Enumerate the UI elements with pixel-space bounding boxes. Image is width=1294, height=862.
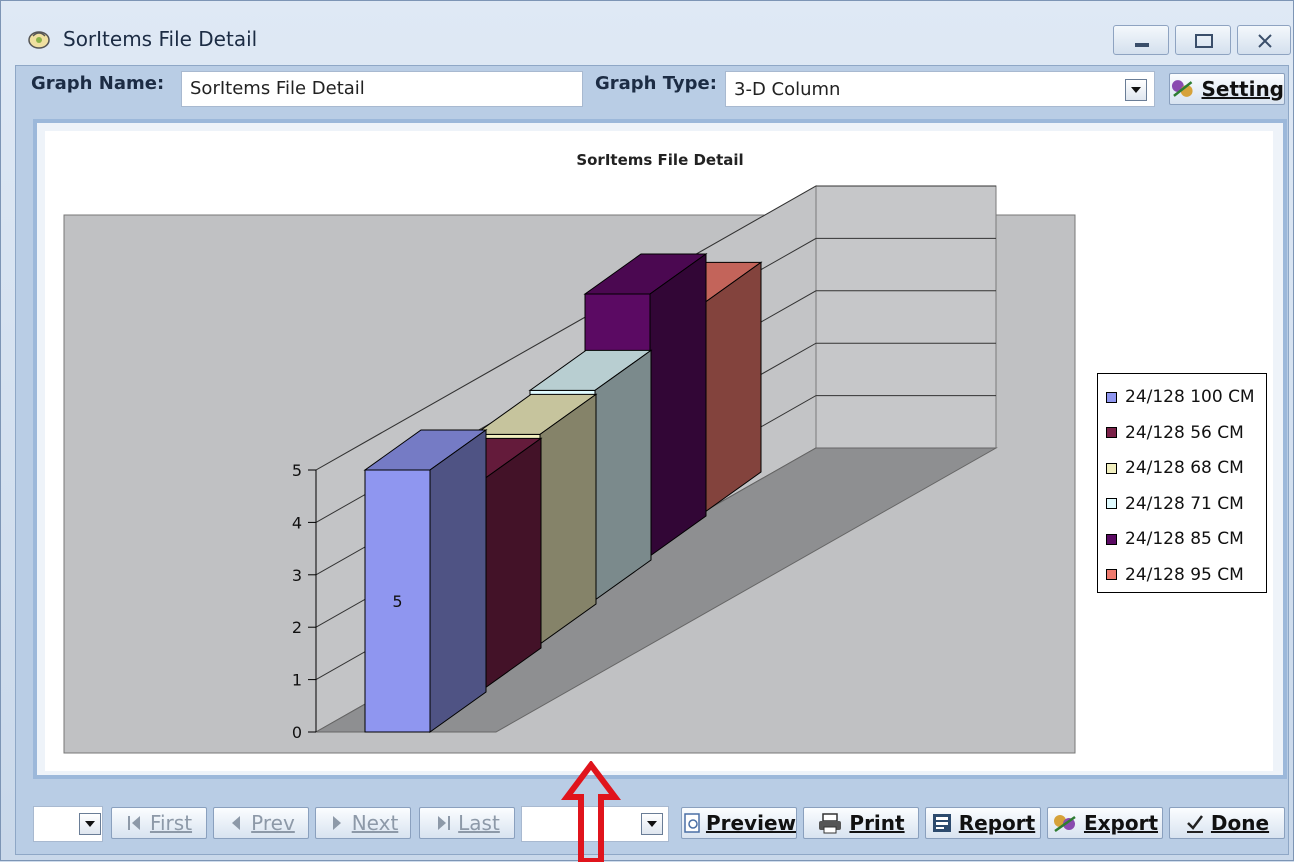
graph-window: SorItems File Detail Graph Name: SorItem…: [0, 0, 1294, 862]
print-icon: [819, 813, 842, 834]
legend-item: 24/128 56 CM: [1106, 422, 1244, 444]
preview-label: Preview: [705, 811, 796, 835]
report-icon: [932, 814, 951, 832]
preview-icon: [684, 813, 700, 833]
last-button[interactable]: Last: [419, 807, 515, 839]
chart-legend: 24/128 100 CM 24/128 56 CM 24/128 68 CM 24/…: [1097, 373, 1267, 593]
y-tick-label: 5: [292, 461, 302, 480]
legend-item: 24/128 95 CM: [1106, 564, 1244, 586]
bar-side-face: [539, 393, 597, 645]
y-tick-label: 1: [292, 671, 302, 690]
bar-side-face: [429, 429, 487, 733]
legend-label: 24/128 71 CM: [1125, 493, 1244, 514]
next-label: Next: [351, 811, 399, 835]
first-button[interactable]: First: [111, 807, 207, 839]
print-label: Print: [849, 811, 905, 835]
legend-label: 24/128 85 CM: [1125, 529, 1244, 549]
bar-side-face: [704, 261, 762, 513]
last-label: Last: [458, 811, 500, 835]
legend-label: 24/128 100 CM: [1125, 387, 1255, 407]
bar-side-face: [649, 253, 707, 557]
data-labels: 5: [392, 592, 402, 611]
bar-side-face: [594, 349, 652, 601]
next-button[interactable]: Next: [315, 807, 411, 839]
legend-item: 24/128 85 CM: [1106, 528, 1244, 550]
back-wall: [815, 185, 997, 449]
print-button[interactable]: Print: [803, 807, 919, 839]
report-label: Report: [958, 811, 1036, 835]
legend-swatch: [1106, 391, 1117, 403]
done-button[interactable]: Done: [1169, 807, 1285, 839]
bar-1: [363, 429, 488, 733]
legend-swatch: [1106, 569, 1117, 580]
legend-item: 24/128 71 CM: [1106, 493, 1244, 515]
page-dropdown-icon[interactable]: [641, 813, 663, 835]
done-label: Done: [1210, 811, 1270, 835]
y-tick-label: 4: [292, 513, 302, 532]
legend-swatch: [1106, 462, 1117, 474]
export-icon: [1053, 815, 1076, 833]
prev-icon: [232, 816, 241, 830]
legend-swatch: [1106, 427, 1117, 438]
legend-label: 24/128 56 CM: [1125, 422, 1244, 443]
preview-button[interactable]: Preview: [681, 807, 797, 839]
record-dropdown-icon[interactable]: [79, 813, 101, 835]
report-button[interactable]: Report: [925, 807, 1041, 839]
y-tick-label: 0: [292, 723, 302, 742]
last-icon: [438, 816, 451, 830]
legend-item: 24/128 100 CM: [1106, 386, 1255, 408]
first-label: First: [149, 811, 193, 835]
y-tick-label: 2: [292, 618, 302, 637]
y-tick-label: 3: [292, 566, 302, 585]
legend-swatch: [1106, 498, 1117, 509]
export-label: Export: [1083, 811, 1159, 835]
legend-item: 24/128 68 CM: [1106, 457, 1244, 479]
data-label: 5: [392, 592, 402, 611]
red-arrow-annotation: [561, 761, 621, 862]
done-icon: [1186, 815, 1203, 833]
prev-button[interactable]: Prev: [213, 807, 309, 839]
bar-side-face: [484, 437, 542, 689]
next-icon: [332, 816, 341, 830]
legend-swatch: [1106, 533, 1117, 545]
prev-label: Prev: [251, 811, 295, 835]
first-icon: [127, 816, 140, 830]
legend-label: 24/128 68 CM: [1125, 458, 1244, 478]
export-button[interactable]: Export: [1047, 807, 1163, 839]
legend-label: 24/128 95 CM: [1125, 564, 1244, 585]
